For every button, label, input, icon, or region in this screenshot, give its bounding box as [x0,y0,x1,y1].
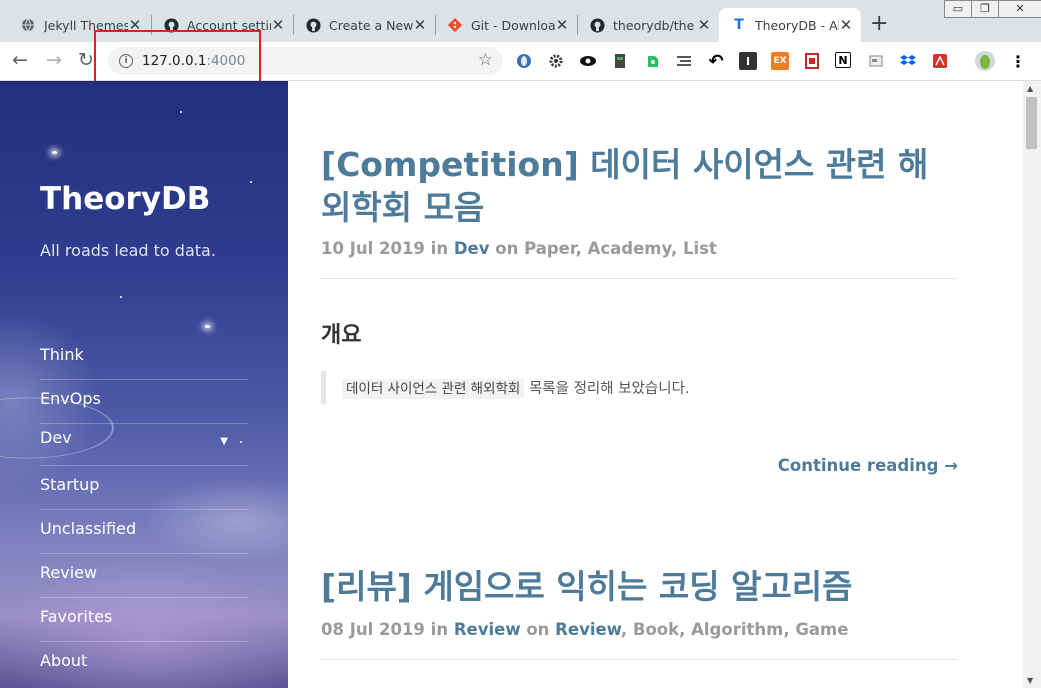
quote-text: 목록을 정리해 보았습니다. [528,381,690,397]
clip-icon[interactable] [611,52,629,70]
star-decoration [180,111,182,113]
sidebar: TheoryDB All roads lead to data. Think E… [0,81,288,688]
post-date: 08 Jul 2019 [321,620,425,639]
tab-label: TheoryDB - Al [755,17,839,33]
category-link[interactable]: Dev [454,239,490,258]
tag-link[interactable]: List [683,239,717,258]
post-title-link[interactable]: [Competition] 데이터 사이언스 관련 해외학회 모음 [321,143,958,229]
inline-code: 데이터 사이언스 관련 해외학회 [342,379,525,399]
post-meta: 10 Jul 2019 in Dev on Paper, Academy, Li… [321,239,717,258]
tab-git-download[interactable]: Git - Downloa ✕ [435,8,577,42]
restore-icon[interactable]: ❐ [971,0,999,18]
divider [321,278,958,279]
tab-label: Create a New [329,17,413,33]
close-icon[interactable]: ✕ [413,16,427,34]
tab-create-new[interactable]: Create a New ✕ [293,8,435,42]
pdf-icon[interactable] [803,52,821,70]
evernote-icon[interactable] [643,52,661,70]
category-link[interactable]: Review [454,620,521,639]
star-decoration [250,181,252,183]
close-window-icon[interactable]: ✕ [998,0,1041,18]
star-decoration [52,151,57,154]
post-meta: 08 Jul 2019 in Review on Review, Book, A… [321,620,849,639]
opera-icon[interactable] [515,52,533,70]
post-date: 10 Jul 2019 [321,239,425,258]
main-content: [Competition] 데이터 사이언스 관련 해외학회 모음 10 Jul… [288,81,1023,688]
theorydb-icon: T [734,17,744,33]
dropbox-icon[interactable] [899,52,917,70]
scrollbar[interactable]: ▲ ▼ [1023,81,1041,688]
tab-label: theorydb/the [613,17,695,33]
new-tab-button[interactable]: + [870,12,888,36]
i-icon[interactable]: I [739,52,757,70]
tag-link[interactable]: Paper [524,239,576,258]
tab-theorydb-active[interactable]: T TheoryDB - Al ✕ [719,8,861,42]
tab-label: Git - Downloa [471,17,555,33]
scroll-down-icon[interactable]: ▼ [1027,676,1033,685]
list-icon[interactable] [675,52,693,70]
close-icon[interactable]: ✕ [697,16,711,34]
continue-reading-link[interactable]: Continue reading → [321,456,958,475]
site-title[interactable]: TheoryDB [40,181,210,217]
ex-icon[interactable]: EX [771,52,789,70]
blockquote: 데이터 사이언스 관련 해외학회 목록을 정리해 보았습니다. [321,371,958,404]
sidebar-item-review[interactable]: Review [40,554,248,598]
tag-link[interactable]: Book [633,620,679,639]
sidebar-item-think[interactable]: Think [40,336,248,380]
eye-icon[interactable] [579,52,597,70]
minimize-icon[interactable]: ▭ [944,0,972,18]
close-icon[interactable]: ✕ [839,16,853,34]
sidebar-item-envops[interactable]: EnvOps [40,380,248,424]
tag-link[interactable]: Game [795,620,848,639]
close-icon[interactable]: ✕ [271,16,285,34]
card-icon[interactable] [867,52,885,70]
forward-icon[interactable]: → [42,49,66,71]
section-heading: 개요 [321,323,362,348]
site-tagline: All roads lead to data. [40,241,216,260]
scroll-up-icon[interactable]: ▲ [1027,84,1033,93]
bookmark-star-icon[interactable]: ☆ [478,50,493,70]
close-icon[interactable]: ✕ [555,16,569,34]
sidebar-nav: Think EnvOps Dev ▼ Startup Unclassified R… [40,336,248,686]
divider [321,659,958,660]
git-icon [447,17,463,33]
sidebar-item-dev[interactable]: Dev ▼ [40,424,248,466]
github-icon [589,17,605,33]
github-icon [305,17,321,33]
gear-icon[interactable] [547,52,565,70]
tag-link[interactable]: Academy [588,239,671,258]
tag-link[interactable]: Algorithm [691,620,783,639]
tag-link[interactable]: Review [555,620,621,639]
sidebar-item-unclassified[interactable]: Unclassified [40,510,248,554]
menu-kebab-icon[interactable]: ⋮ [1009,52,1027,71]
star-decoration [205,325,210,328]
window-controls: ▭ ❐ ✕ [944,0,1041,20]
star-decoration [120,296,122,298]
sidebar-item-favorites[interactable]: Favorites [40,598,248,642]
notion-icon[interactable]: N [835,52,851,68]
sidebar-item-about[interactable]: About [40,642,248,686]
acrobat-icon[interactable] [931,52,949,70]
back-icon[interactable]: ← [8,49,32,71]
reply-icon[interactable]: ↶ [707,51,725,72]
post-entry: [리뷰] 게임으로 익히는 코딩 알고리즘 08 Jul 2019 in Rev… [321,565,958,660]
avatar[interactable] [975,51,995,71]
tab-theorydb-github[interactable]: theorydb/the ✕ [577,8,719,42]
scrollbar-thumb[interactable] [1026,97,1037,149]
post-entry: [Competition] 데이터 사이언스 관련 해외학회 모음 10 Jul… [321,143,958,475]
globe-icon [20,17,36,33]
post-title-link[interactable]: [리뷰] 게임으로 익히는 코딩 알고리즘 [321,565,958,608]
sidebar-item-startup[interactable]: Startup [40,466,248,510]
caret-down-icon[interactable]: ▼ [220,436,228,447]
